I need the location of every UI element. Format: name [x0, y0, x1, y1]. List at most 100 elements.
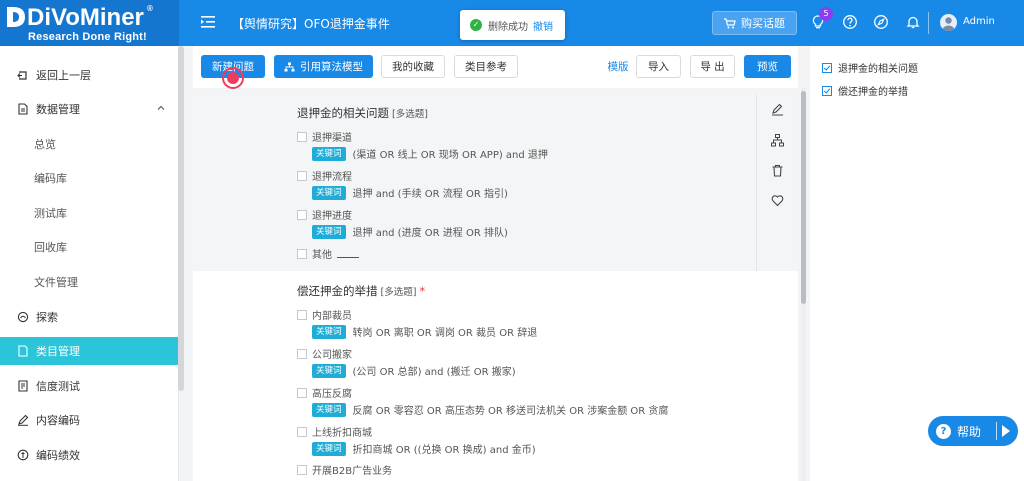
option-checkbox[interactable]	[297, 170, 307, 181]
option-checkbox[interactable]	[297, 248, 307, 259]
option-item[interactable]: 内部裁员	[297, 307, 352, 322]
question-card[interactable]: 偿还押金的举措 [多选题] * 内部裁员 关键词 转岗 OR 离职 OR 调岗 OR …	[193, 271, 798, 481]
preview-button[interactable]: 预览	[744, 55, 791, 78]
question-list: 退押金的相关问题 [多选题] 退押渠道 关键词 (渠道 OR 线上 OR 现场 OR…	[193, 93, 798, 481]
outline-item[interactable]: 偿还押金的举措	[822, 83, 908, 98]
help-button[interactable]: ? 帮助	[928, 416, 1018, 446]
option-label: 内部裁员	[312, 311, 352, 322]
sidebar-item-overview[interactable]: 总览	[0, 130, 179, 158]
option-item[interactable]: 上线折扣商城	[297, 424, 372, 439]
option-checkbox[interactable]	[297, 387, 307, 398]
sidebar-item-file-management[interactable]: 文件管理	[0, 268, 179, 296]
question-title-text: 退押金的相关问题	[297, 106, 389, 120]
option-label: 退押进度	[312, 211, 352, 222]
performance-icon	[17, 449, 29, 461]
cite-model-label: 引用算法模型	[300, 61, 363, 73]
check-icon	[823, 64, 831, 71]
cite-model-button[interactable]: 引用算法模型	[274, 55, 373, 78]
import-button[interactable]: 导入	[636, 55, 681, 78]
keyword-tag: 关键词	[312, 146, 346, 161]
sidebar-item-data-management[interactable]: 数据管理	[0, 95, 179, 123]
option-checkbox[interactable]	[297, 209, 307, 220]
sidebar-item-label: 探索	[36, 311, 58, 324]
option-item[interactable]: 其他	[297, 246, 359, 261]
sidebar-item-reliability-test[interactable]: 信度测试	[0, 372, 179, 400]
play-arrow-icon[interactable]	[1002, 425, 1010, 437]
click-indicator-dot	[227, 72, 239, 84]
sidebar-item-label: 文件管理	[34, 276, 78, 289]
cart-icon	[724, 17, 736, 28]
keyword-row: 关键词 折扣商城 OR ((兑换 OR 换成) and 金币)	[312, 441, 536, 456]
bell-icon[interactable]	[905, 14, 921, 30]
success-icon: ✓	[470, 19, 482, 31]
option-checkbox[interactable]	[297, 131, 307, 142]
keyword-tag: 关键词	[312, 402, 346, 417]
sidebar: 返回上一层 数据管理 总览 编码库 测试库 回收库 文件管理 探索 类目管理 信…	[0, 46, 179, 481]
keyword-row: 关键词 反腐 OR 零容忍 OR 高压态势 OR 移送司法机关 OR 涉案金额 O…	[312, 402, 668, 417]
sidebar-item-explore[interactable]: 探索	[0, 303, 179, 331]
option-checkbox[interactable]	[297, 464, 307, 475]
outline-item[interactable]: 退押金的相关问题	[822, 60, 918, 75]
sidebar-item-coding-library[interactable]: 编码库	[0, 164, 179, 192]
buy-topic-button[interactable]: 购买话题	[712, 11, 797, 35]
outline-checkbox[interactable]	[822, 62, 832, 73]
heart-icon[interactable]	[771, 194, 784, 207]
option-checkbox[interactable]	[297, 426, 307, 437]
help-circle-icon[interactable]	[842, 14, 858, 30]
option-item[interactable]: 退押进度	[297, 207, 352, 222]
outline-label: 偿还押金的举措	[838, 87, 908, 98]
header-divider	[928, 12, 929, 34]
question-card[interactable]: 退押金的相关问题 [多选题] 退押渠道 关键词 (渠道 OR 线上 OR 现场 OR…	[193, 93, 798, 271]
sidebar-item-coding-performance[interactable]: 编码绩效	[0, 441, 179, 469]
explore-icon	[17, 311, 29, 323]
keyword-expression: 退押 and (手续 OR 流程 OR 指引)	[352, 189, 508, 200]
buy-topic-label: 购买话题	[741, 17, 785, 30]
outline-checkbox[interactable]	[822, 85, 832, 96]
hierarchy-icon[interactable]	[771, 134, 784, 147]
keyword-tag: 关键词	[312, 441, 346, 456]
sidebar-item-label: 回收库	[34, 241, 67, 254]
question-type: [多选题]	[380, 287, 417, 298]
category-reference-button[interactable]: 类目参考	[454, 55, 518, 78]
keyword-expression: 转岗 OR 离职 OR 调岗 OR 裁员 OR 辞退	[352, 328, 538, 339]
keyword-tag: 关键词	[312, 185, 346, 200]
option-item[interactable]: 退押渠道	[297, 129, 352, 144]
sidebar-item-recycle-bin[interactable]: 回收库	[0, 233, 179, 261]
sidebar-item-label: 数据管理	[36, 103, 80, 116]
edit-icon[interactable]	[771, 103, 784, 116]
sidebar-item-back[interactable]: 返回上一层	[0, 61, 179, 89]
avatar[interactable]	[940, 14, 957, 31]
compass-icon[interactable]	[873, 14, 889, 30]
page-title: 【舆情研究】OFO退押金事件	[232, 17, 390, 31]
question-title: 偿还押金的举措 [多选题] *	[297, 283, 425, 299]
sidebar-item-category-management[interactable]: 类目管理	[0, 337, 179, 365]
sidebar-item-label: 类目管理	[36, 345, 80, 358]
undo-link[interactable]: 撤销	[533, 18, 553, 33]
logo-mark-icon	[7, 7, 25, 27]
chevron-up-icon	[157, 105, 165, 110]
trash-icon[interactable]	[771, 164, 784, 177]
sidebar-item-test-library[interactable]: 测试库	[0, 199, 179, 227]
sidebar-item-label: 测试库	[34, 207, 67, 220]
export-button[interactable]: 导 出	[690, 55, 735, 78]
option-label: 退押流程	[312, 172, 352, 183]
option-checkbox[interactable]	[297, 348, 307, 359]
other-blank	[337, 250, 359, 258]
sidebar-item-label: 信度测试	[36, 380, 80, 393]
logo[interactable]: DiVoMiner ® Research Done Right!	[0, 0, 179, 46]
reliability-icon	[18, 380, 28, 392]
my-favorites-button[interactable]: 我的收藏	[381, 55, 445, 78]
template-link[interactable]: 模版	[603, 55, 633, 78]
option-label: 其他	[312, 250, 332, 261]
menu-collapse-icon[interactable]	[200, 14, 216, 30]
keyword-expression: 反腐 OR 零容忍 OR 高压态势 OR 移送司法机关 OR 涉案金额 OR 贪…	[352, 406, 669, 417]
option-item[interactable]: 开展B2B广告业务	[297, 462, 392, 477]
option-item[interactable]: 高压反腐	[297, 385, 352, 400]
user-name[interactable]: Admin	[963, 16, 995, 27]
sidebar-item-content-coding[interactable]: 内容编码	[0, 406, 179, 434]
option-checkbox[interactable]	[297, 309, 307, 320]
option-item[interactable]: 公司搬家	[297, 346, 352, 361]
sidebar-scrollbar[interactable]	[178, 46, 184, 391]
content-scrollbar[interactable]	[801, 91, 806, 304]
option-item[interactable]: 退押流程	[297, 168, 352, 183]
